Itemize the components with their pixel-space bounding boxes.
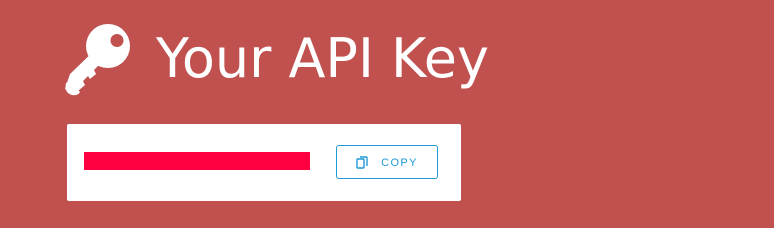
copy-button[interactable]: COPY — [336, 145, 438, 179]
copy-icon — [356, 155, 368, 169]
key-icon — [64, 21, 142, 97]
api-key-card: COPY — [67, 124, 461, 201]
page-title: Your API Key — [156, 27, 489, 90]
api-key-panel: Your API Key COPY — [0, 0, 774, 228]
api-key-header: Your API Key — [64, 18, 489, 100]
redacted-api-key[interactable] — [84, 152, 310, 170]
copy-button-label: COPY — [381, 156, 418, 169]
